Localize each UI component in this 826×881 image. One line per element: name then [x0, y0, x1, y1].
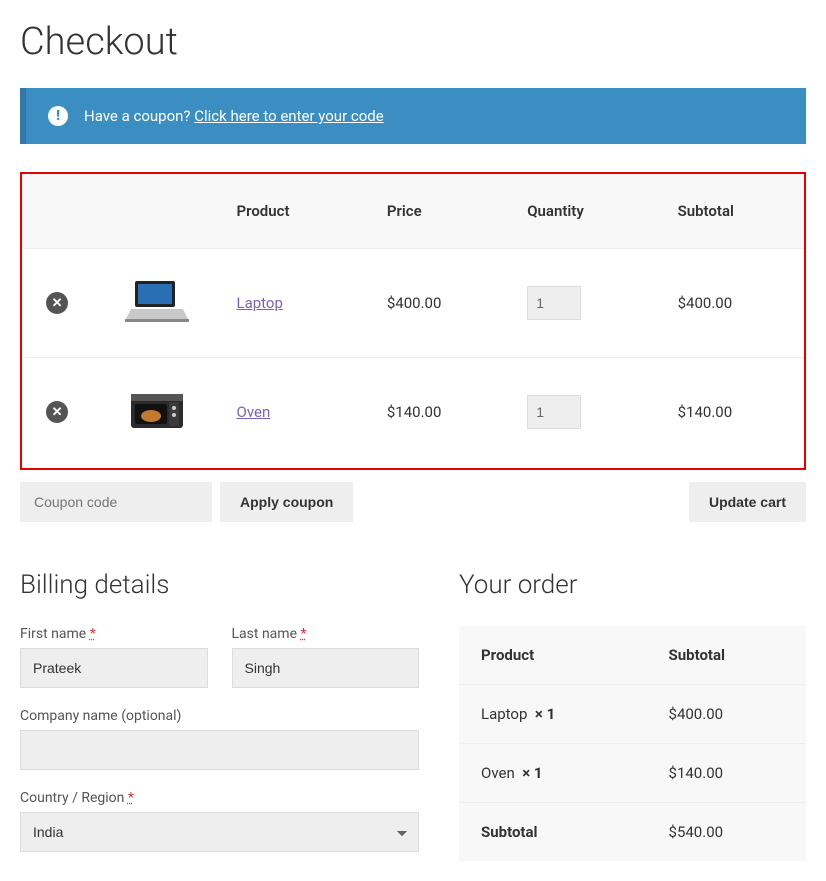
order-subtotal-value: $540.00 [647, 803, 806, 862]
your-order: Your order Product Subtotal Laptop × 1 $… [459, 570, 806, 861]
table-row: ✕ Oven [22, 358, 804, 467]
coupon-toggle-link[interactable]: Click here to enter your code [194, 107, 383, 125]
order-line-qty: × 1 [535, 705, 555, 723]
col-subtotal-header: Subtotal [664, 174, 804, 249]
product-link[interactable]: Laptop [237, 294, 283, 312]
product-link[interactable]: Oven [237, 403, 271, 421]
coupon-banner: ! Have a coupon? Click here to enter you… [20, 88, 806, 144]
required-marker: * [90, 626, 96, 642]
order-title: Your order [459, 570, 806, 600]
required-marker: * [128, 790, 134, 806]
order-line: Oven × 1 $140.00 [459, 744, 806, 803]
col-quantity-header: Quantity [513, 174, 663, 249]
order-line-name: Laptop [481, 705, 527, 723]
company-input[interactable] [20, 730, 419, 770]
order-header-subtotal: Subtotal [647, 626, 806, 685]
col-product-header: Product [223, 174, 373, 249]
first-name-input[interactable] [20, 648, 208, 688]
product-thumbnail-laptop[interactable] [121, 275, 193, 327]
cart-table: Product Price Quantity Subtotal ✕ [22, 174, 804, 466]
subtotal-cell: $400.00 [664, 249, 804, 358]
apply-coupon-button[interactable]: Apply coupon [220, 482, 353, 522]
subtotal-cell: $140.00 [664, 358, 804, 467]
last-name-label: Last name * [232, 626, 420, 642]
country-label: Country / Region * [20, 790, 419, 806]
order-line-name: Oven [481, 764, 515, 782]
col-thumb-header [92, 174, 222, 249]
last-name-input[interactable] [232, 648, 420, 688]
label-text: First name [20, 626, 86, 642]
order-line-subtotal: $400.00 [647, 685, 806, 744]
quantity-input[interactable] [527, 286, 581, 320]
info-icon: ! [48, 106, 68, 126]
remove-item-button[interactable]: ✕ [46, 401, 68, 423]
billing-details: Billing details First name * Last name *… [20, 570, 419, 852]
coupon-prefix: Have a coupon? [84, 107, 191, 125]
country-select[interactable]: India [20, 812, 419, 852]
billing-title: Billing details [20, 570, 419, 600]
required-marker: * [300, 626, 306, 642]
coupon-code-input[interactable] [20, 482, 212, 522]
update-cart-button[interactable]: Update cart [689, 482, 806, 522]
order-subtotal-label: Subtotal [459, 803, 647, 862]
order-line-qty: × 1 [522, 764, 542, 782]
order-header-product: Product [459, 626, 647, 685]
col-price-header: Price [373, 174, 513, 249]
cart-actions: Apply coupon Update cart [20, 482, 806, 522]
label-text: Last name [232, 626, 297, 642]
first-name-label: First name * [20, 626, 208, 642]
page-title: Checkout [20, 20, 806, 64]
order-table: Product Subtotal Laptop × 1 $400.00 Oven… [459, 626, 806, 861]
cart-table-highlight: Product Price Quantity Subtotal ✕ [20, 172, 806, 470]
coupon-banner-text: Have a coupon? Click here to enter your … [84, 107, 384, 125]
label-text: Country / Region [20, 790, 124, 806]
order-line: Laptop × 1 $400.00 [459, 685, 806, 744]
company-label: Company name (optional) [20, 708, 419, 724]
order-line-subtotal: $140.00 [647, 744, 806, 803]
table-row: ✕ Laptop $400.00 $400.00 [22, 249, 804, 358]
price-cell: $140.00 [373, 358, 513, 467]
col-remove-header [22, 174, 92, 249]
remove-item-button[interactable]: ✕ [46, 292, 68, 314]
price-cell: $400.00 [373, 249, 513, 358]
quantity-input[interactable] [527, 395, 581, 429]
product-thumbnail-oven[interactable] [121, 384, 193, 436]
